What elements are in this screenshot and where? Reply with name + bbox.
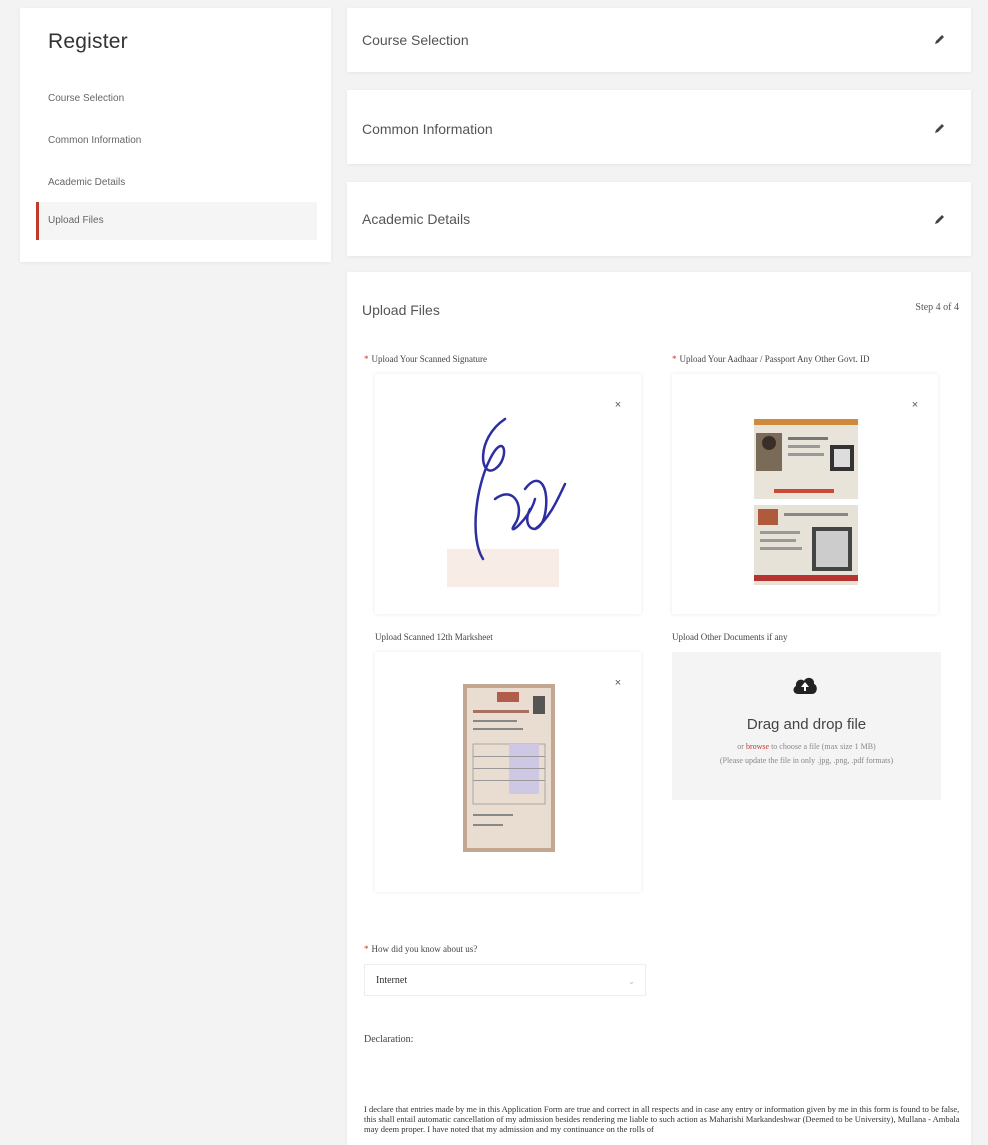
referral-select[interactable]: Internet ⌄	[364, 964, 646, 996]
marksheet-label: Upload Scanned 12th Marksheet	[375, 632, 493, 642]
sidebar-item-academic-details[interactable]: Academic Details	[36, 164, 317, 202]
edit-icon[interactable]	[932, 213, 946, 227]
sidebar-item-upload-files[interactable]: Upload Files	[36, 202, 317, 240]
aadhaar-image	[754, 419, 858, 585]
govt-id-preview-card: ×	[672, 374, 938, 614]
edit-icon[interactable]	[932, 33, 946, 47]
close-icon[interactable]: ×	[609, 396, 627, 414]
marksheet-preview-card: ×	[375, 652, 641, 892]
step-indicator: Step 4 of 4	[915, 302, 959, 313]
sidebar-item-common-information[interactable]: Common Information	[36, 122, 317, 160]
file-dropzone[interactable]: Drag and drop file or browse to choose a…	[672, 652, 941, 800]
section-upload-files: Upload Files Step 4 of 4 * Upload Your Sc…	[347, 272, 971, 1145]
sidebar-item-label: Academic Details	[48, 177, 126, 188]
sidebar-item-label: Common Information	[48, 135, 142, 146]
declaration-label: Declaration:	[364, 1034, 414, 1045]
govt-id-label: * Upload Your Aadhaar / Passport Any Othe…	[672, 354, 870, 364]
sidebar: Register Course Selection Common Informa…	[20, 8, 331, 262]
section-academic-details[interactable]: Academic Details	[347, 182, 971, 256]
signature-preview-card: ×	[375, 374, 641, 614]
signature-label: * Upload Your Scanned Signature	[364, 354, 487, 364]
section-title: Course Selection	[362, 32, 469, 48]
section-title: Academic Details	[362, 211, 471, 227]
declaration-text: I declare that entries made by me in thi…	[364, 1104, 960, 1134]
section-title: Upload Files	[362, 302, 440, 318]
chevron-down-icon: ⌄	[628, 977, 635, 986]
referral-label: * How did you know about us?	[364, 944, 478, 954]
section-title: Common Information	[362, 121, 493, 137]
dropzone-title: Drag and drop file	[746, 716, 867, 733]
edit-icon[interactable]	[932, 122, 946, 136]
browse-link[interactable]: browse	[746, 742, 769, 751]
sidebar-title: Register	[48, 30, 128, 53]
select-value: Internet	[376, 975, 408, 986]
cloud-upload-icon	[793, 677, 817, 694]
dropzone-format-note: (Please update the file in only .jpg, .p…	[719, 756, 894, 765]
marksheet-image	[463, 684, 555, 852]
section-course-selection[interactable]: Course Selection	[347, 8, 971, 72]
close-icon[interactable]: ×	[906, 396, 924, 414]
section-common-information[interactable]: Common Information	[347, 90, 971, 164]
close-icon[interactable]: ×	[609, 674, 627, 692]
sidebar-item-label: Upload Files	[48, 215, 104, 226]
dropzone-instructions: or browse to choose a file (max size 1 M…	[737, 742, 876, 751]
signature-image	[447, 417, 567, 587]
sidebar-item-label: Course Selection	[48, 93, 125, 104]
sidebar-item-course-selection[interactable]: Course Selection	[36, 80, 317, 118]
other-documents-label: Upload Other Documents if any	[672, 632, 788, 642]
